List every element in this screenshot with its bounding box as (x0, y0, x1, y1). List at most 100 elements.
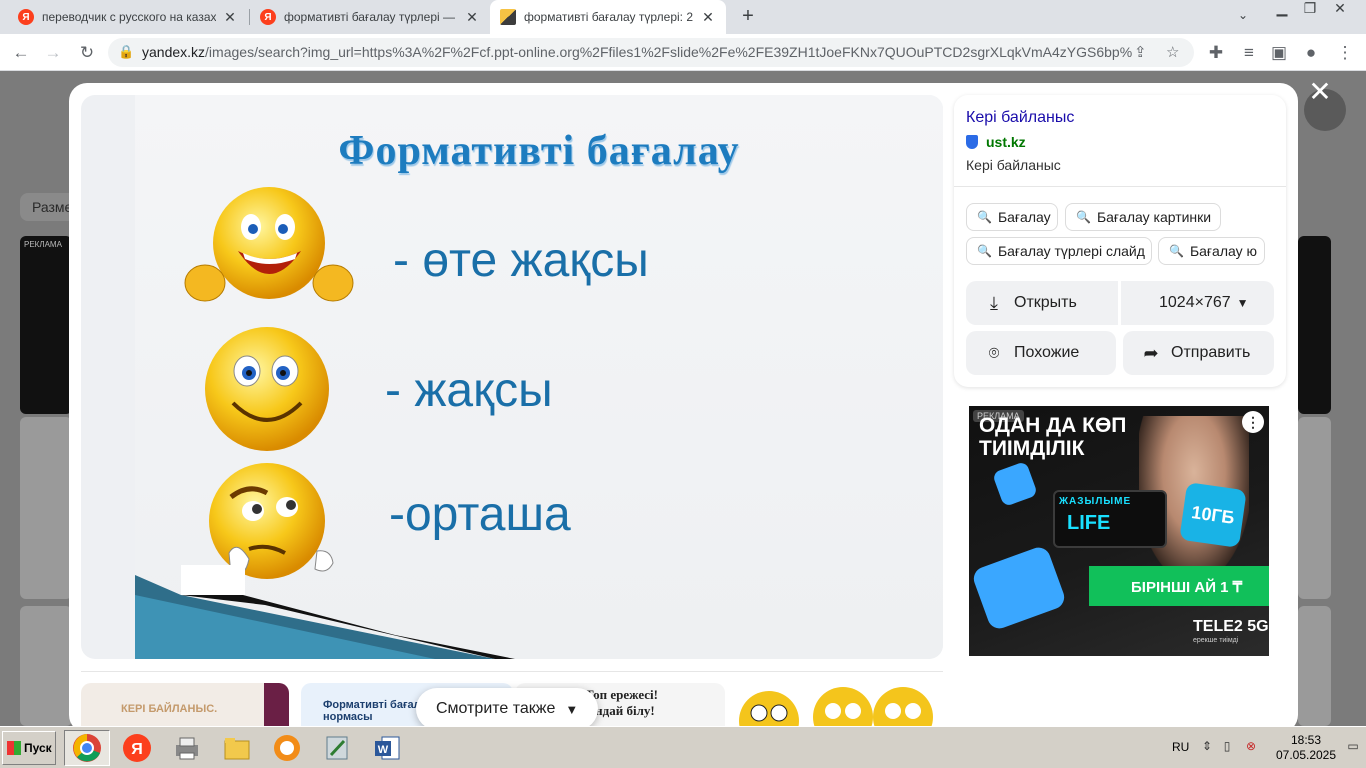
extensions-icon[interactable]: ✚ (1203, 40, 1229, 66)
taskbar: Пуск Я W RU ⇕ ▯ ⊗ 18:53 07.05.2025 ▭ (0, 726, 1366, 768)
forward-arrow-icon[interactable]: → (40, 40, 66, 66)
tag-chip-label: Бағалау түрлері слайд (997, 243, 1145, 259)
share-button[interactable]: ➦ Отправить (1123, 331, 1274, 375)
clock-date: 07.05.2025 (1275, 748, 1337, 762)
tab-title: формативті бағалау түрлері: 2 тыс (524, 10, 694, 24)
divider (954, 186, 1286, 187)
address-bar[interactable]: 🔒 yandex.kz/images/search?img_url=https%… (108, 38, 1194, 67)
app-taskbar-button[interactable] (264, 730, 310, 766)
more-options-icon[interactable]: ⋮ (1242, 411, 1264, 433)
search-icon: 🔍 (977, 210, 992, 224)
chrome-icon (73, 734, 101, 762)
yandex-icon: Я (18, 9, 34, 25)
tag-chip-label: Бағалау картинки (1096, 209, 1212, 225)
tray-arrow-icon[interactable]: ⇕ (1200, 739, 1214, 755)
language-indicator[interactable]: RU (1172, 740, 1189, 754)
word-taskbar-button[interactable]: W (364, 730, 410, 766)
tray-device-icon[interactable]: ▯ (1220, 739, 1234, 755)
camera-search-icon: ⌾ (988, 342, 1000, 363)
ad-gb-badge: 10ГБ (1179, 482, 1247, 548)
tab-search-chevron-icon[interactable]: ⌄ (1238, 8, 1248, 22)
slide-image[interactable]: Формативті бағалау - өте жақсы - жақсы -… (135, 95, 943, 659)
restore-icon[interactable]: ❐ (1296, 0, 1324, 18)
tag-chip[interactable]: 🔍 Бағалау картинки (1065, 203, 1221, 231)
clock-time: 18:53 (1290, 733, 1322, 747)
background-ad-right (1298, 236, 1331, 414)
tag-chip-label: Бағалау ю (1189, 243, 1258, 259)
lock-icon[interactable]: 🔒 (118, 44, 134, 60)
smiley-icon (205, 327, 329, 451)
tab-translator[interactable]: Я переводчик с русского на казахский ✕ (8, 0, 248, 34)
tag-chip[interactable]: 🔍 Бағалау түрлері слайд (966, 237, 1152, 265)
side-panel-icon[interactable]: ▣ (1266, 40, 1292, 66)
ad-headline: ОДАН ДА КӨП ТИІМДІЛІК (979, 414, 1127, 460)
reload-icon[interactable]: ↻ (74, 40, 100, 66)
close-icon[interactable]: ✕ (700, 9, 716, 26)
close-viewer-button[interactable]: ✕ (1306, 78, 1334, 106)
open-label: Открыть (1014, 294, 1077, 311)
background-thumb[interactable] (1298, 606, 1331, 726)
advertisement-banner[interactable]: РЕКЛАМА ОДАН ДА КӨП ТИІМДІЛІК ⋮ ЖАЗЫЛЫМЕ… (969, 406, 1269, 656)
media-icon[interactable]: ≡ (1236, 40, 1262, 66)
tag-chip[interactable]: 🔍 Бағалау (966, 203, 1058, 231)
tag-chip[interactable]: 🔍 Бағалау ю (1158, 237, 1265, 265)
start-label: Пуск (24, 741, 52, 755)
share-icon[interactable]: ⇪ (1134, 43, 1147, 61)
open-button[interactable]: ⤓ Открыть (966, 281, 1118, 325)
grade-good: - жақсы (385, 364, 553, 417)
window-close-icon[interactable]: ✕ (1326, 0, 1354, 18)
ad-phone-text: LIFE (1067, 512, 1111, 534)
explorer-taskbar-button[interactable] (214, 730, 260, 766)
url-text[interactable]: yandex.kz/images/search?img_url=https%3A… (142, 44, 1132, 60)
chrome-taskbar-button[interactable] (64, 730, 110, 766)
editor-taskbar-button[interactable] (314, 730, 360, 766)
star-icon[interactable]: ☆ (1166, 43, 1179, 61)
new-tab-button[interactable]: + (736, 5, 760, 29)
menu-icon[interactable]: ⋮ (1332, 40, 1358, 66)
background-ad-label: РЕКЛАМА (24, 240, 62, 249)
source-site[interactable]: ust.kz (966, 134, 1026, 150)
similar-label: Похожие (1014, 344, 1080, 361)
clock[interactable]: 18:53 07.05.2025 (1274, 733, 1338, 763)
minimize-icon[interactable]: ▁ (1268, 0, 1296, 18)
size-dropdown[interactable]: 1024×767 ▼ (1121, 281, 1274, 325)
divider (81, 671, 943, 672)
background-thumb[interactable] (20, 606, 72, 726)
background-thumb[interactable] (20, 417, 72, 599)
grade-excellent: - өте жақсы (393, 234, 649, 287)
svg-text:Я: Я (131, 741, 143, 758)
start-button[interactable]: Пуск (2, 731, 56, 765)
ad-bubble-icon (970, 544, 1068, 632)
show-desktop-icon[interactable]: ▭ (1346, 739, 1360, 755)
tab-images-active[interactable]: формативті бағалау түрлері: 2 тыс ✕ (490, 0, 726, 34)
yandex-taskbar-button[interactable]: Я (114, 730, 160, 766)
similar-button[interactable]: ⌾ Похожие (966, 331, 1116, 375)
related-thumb-text: КЕРІ БАЙЛАНЫС. (121, 703, 218, 715)
ad-brand: TELE2 5G (1193, 618, 1269, 635)
url-host: yandex.kz (142, 44, 206, 60)
background-thumb[interactable] (1298, 417, 1331, 599)
tray-network-icon[interactable]: ⊗ (1244, 739, 1258, 755)
share-arrow-icon: ➦ (1143, 342, 1159, 363)
source-description: Кері байланыс (966, 157, 1061, 173)
size-label: 1024×767 (1159, 294, 1231, 311)
profile-icon[interactable]: ● (1298, 40, 1324, 66)
see-also-button[interactable]: Смотрите также ▼ (416, 688, 599, 730)
yandex-icon: Я (123, 734, 151, 762)
close-icon[interactable]: ✕ (464, 9, 480, 26)
image-viewer-modal: Формативті бағалау - өте жақсы - жақсы -… (69, 83, 1298, 733)
site-logo-icon (966, 135, 978, 149)
printer-taskbar-button[interactable] (164, 730, 210, 766)
image-viewer[interactable]: Формативті бағалау - өте жақсы - жақсы -… (81, 95, 943, 659)
close-icon[interactable]: ✕ (222, 9, 238, 26)
app-icon (274, 735, 300, 761)
related-thumb-text: Топ ережесі! ындай білу! (585, 687, 658, 718)
tab-yandex-search[interactable]: Я формативті бағалау түрлері — Яндекс ✕ (250, 0, 490, 34)
thumbs-up-smiley-icon (184, 187, 354, 302)
url-path: /images/search?img_url=https%3A%2F%2Fcf.… (205, 44, 1132, 60)
source-title-link[interactable]: Кері байланыс (966, 109, 1074, 127)
back-arrow-icon[interactable]: ← (8, 40, 34, 66)
ad-phone-tag: ЖАЗЫЛЫМЕ (1059, 496, 1132, 507)
chevron-down-icon: ▼ (565, 701, 579, 717)
download-icon: ⤓ (990, 292, 998, 313)
